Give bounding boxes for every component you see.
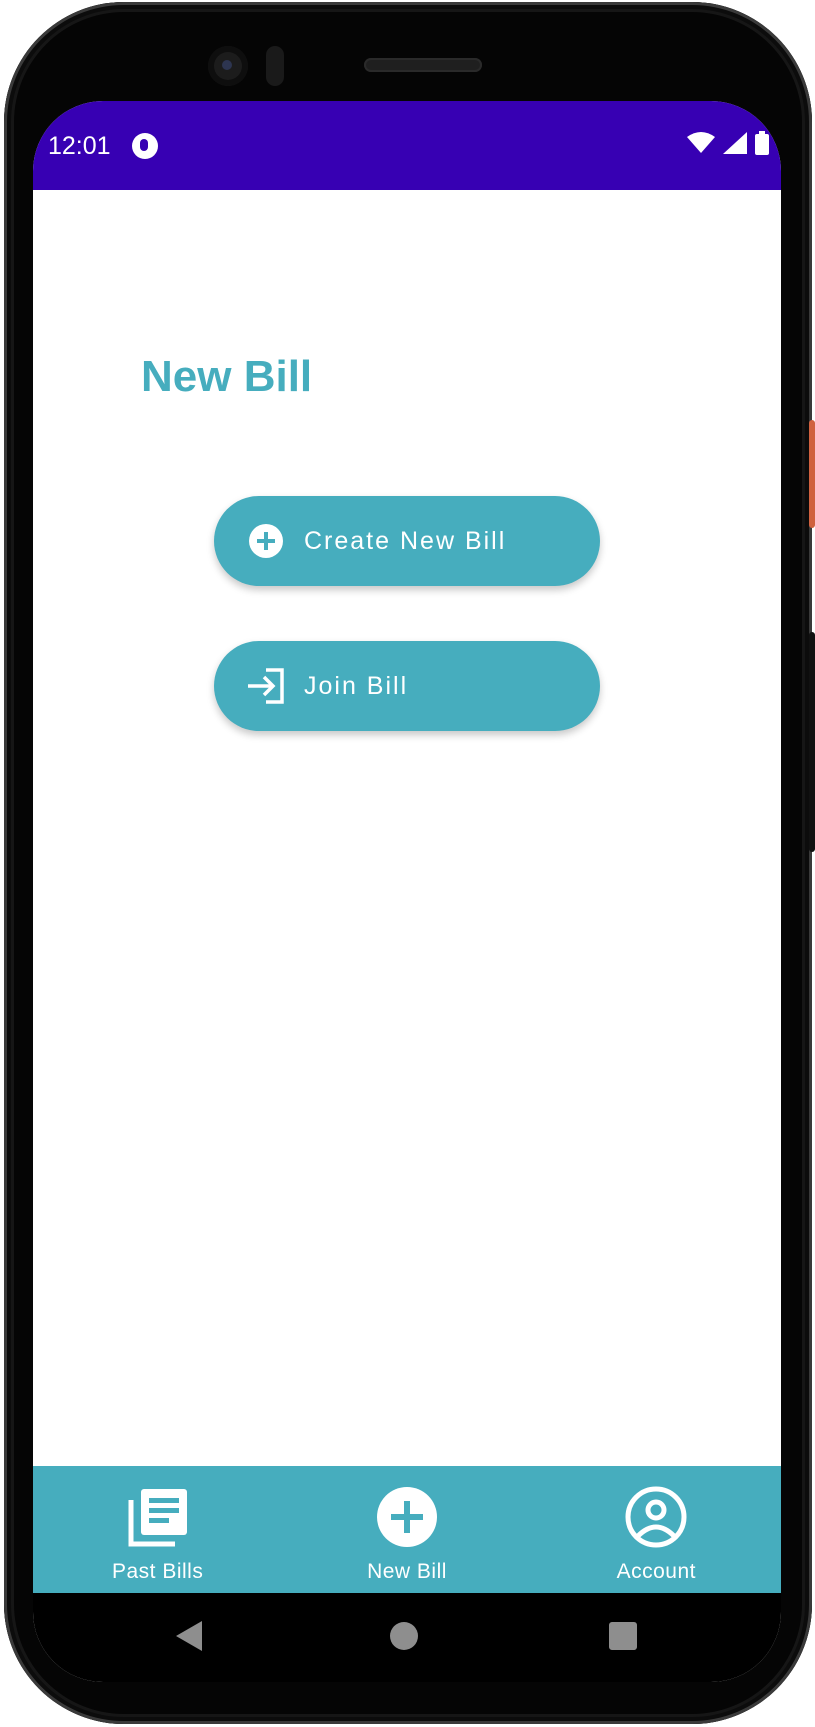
nav-label-past-bills: Past Bills bbox=[111, 1560, 204, 1583]
power-button bbox=[809, 420, 815, 528]
nav-item-past-bills[interactable]: Past Bills bbox=[33, 1466, 282, 1593]
system-navigation-bar bbox=[33, 1593, 781, 1682]
battery-icon bbox=[755, 131, 769, 155]
earpiece-speaker bbox=[364, 58, 482, 72]
nav-item-account[interactable]: Account bbox=[532, 1466, 781, 1593]
wifi-icon bbox=[687, 132, 715, 153]
front-camera bbox=[208, 46, 248, 86]
volume-rocker bbox=[809, 632, 815, 852]
bottom-navigation: Past Bills New Bill Account bbox=[33, 1466, 781, 1593]
page-title: New Bill bbox=[141, 352, 313, 401]
add-circle-icon bbox=[375, 1485, 439, 1549]
nav-item-new-bill[interactable]: New Bill bbox=[282, 1466, 531, 1593]
status-icons bbox=[687, 131, 769, 155]
create-new-bill-button[interactable]: Create New Bill bbox=[214, 496, 600, 586]
join-bill-button[interactable]: Join Bill bbox=[214, 641, 600, 731]
proximity-sensor bbox=[266, 46, 284, 86]
status-bar: 12:01 bbox=[33, 101, 781, 190]
nav-label-account: Account bbox=[616, 1560, 697, 1583]
cell-signal-icon bbox=[723, 132, 747, 154]
join-bill-label: Join Bill bbox=[304, 671, 409, 700]
account-circle-icon bbox=[624, 1485, 688, 1549]
create-new-bill-label: Create New Bill bbox=[304, 526, 507, 555]
recents-icon[interactable] bbox=[609, 1622, 637, 1650]
nav-label-new-bill: New Bill bbox=[367, 1560, 447, 1583]
notification-icon bbox=[132, 133, 158, 159]
app-screen: 12:01 New Bill Create New Bill Join Bill… bbox=[33, 101, 781, 1682]
status-time: 12:01 bbox=[48, 132, 111, 160]
login-icon bbox=[244, 664, 288, 708]
home-icon[interactable] bbox=[390, 1622, 418, 1650]
add-circle-icon bbox=[244, 519, 288, 563]
back-icon[interactable] bbox=[176, 1621, 202, 1651]
library-books-icon bbox=[126, 1485, 190, 1549]
